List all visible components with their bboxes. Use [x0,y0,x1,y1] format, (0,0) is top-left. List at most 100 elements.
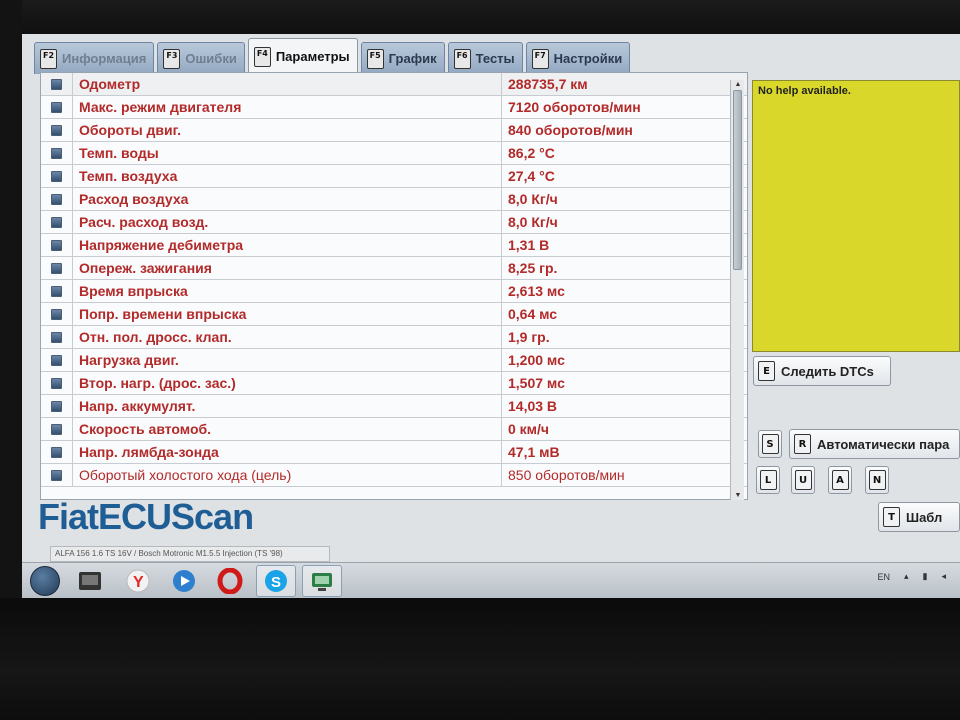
tab-bar: F2 Информация F3 Ошибки F4 Параметры F5 График F… [34,38,631,74]
tray-volume-icon[interactable]: ◂ [941,571,946,582]
yandex-browser-icon: Y [126,569,150,593]
parameter-value: 86,2 °C [508,145,555,161]
parameter-value: 8,0 Кг/ч [508,214,558,230]
checkbox-cell [41,73,73,95]
parameter-value: 840 оборотов/мин [508,122,633,138]
template-button[interactable]: T Шабл [878,502,960,532]
table-row[interactable]: Нагрузка двиг. 1,200 мс [41,349,747,372]
a-button[interactable]: A [828,466,852,494]
scrollbar-thumb[interactable] [733,90,742,270]
row-checkbox[interactable] [51,239,62,251]
row-checkbox[interactable] [51,354,62,366]
row-checkbox[interactable] [51,285,62,297]
tab-label: Информация [62,51,147,66]
fkey-icon: F6 [453,48,471,69]
taskbar-fiatecuscan-icon[interactable] [302,565,342,597]
taskbar-app-icon[interactable] [70,565,110,597]
tab-6[interactable]: F7 Настройки [525,42,631,74]
parameter-name: Одометр [73,73,502,95]
table-row[interactable]: Скорость автомоб. 0 км/ч [41,418,747,441]
row-checkbox[interactable] [51,193,62,205]
table-row[interactable]: Отн. пол. дросс. клап. 1,9 гр. [41,326,747,349]
row-checkbox[interactable] [51,377,62,389]
tray-flag-icon[interactable]: ▴ [904,571,909,582]
row-checkbox[interactable] [51,101,62,113]
tab-1[interactable]: F2 Информация [34,42,155,74]
checkbox-cell [41,326,73,348]
n-button[interactable]: N [865,466,889,494]
row-checkbox[interactable] [51,78,62,90]
key-u-icon: U [794,470,812,490]
auto-params-button[interactable]: R Автоматически пара [789,429,960,459]
table-row[interactable]: Расч. расход возд. 8,0 Кг/ч [41,211,747,234]
table-scrollbar[interactable]: ▲ ▼ [730,80,744,500]
checkbox-cell [41,142,73,164]
windows-taskbar: Y S EN ▴ ▮ ◂ [22,562,960,598]
table-row[interactable]: Напр. аккумулят. 14,03 В [41,395,747,418]
parameter-name: Отн. пол. дросс. клап. [73,326,502,348]
table-row[interactable]: Напряжение дебиметра 1,31 В [41,234,747,257]
tray-network-icon[interactable]: ▮ [923,571,928,582]
checkbox-cell [41,303,73,325]
scroll-down-arrow-icon[interactable]: ▼ [731,491,745,500]
app-window-icon [79,572,101,590]
table-row[interactable]: Оборотый холостого хода (цель) 850 оборот… [41,464,747,487]
row-checkbox[interactable] [51,400,62,412]
row-checkbox[interactable] [51,331,62,343]
row-checkbox[interactable] [51,446,62,458]
parameter-name: Расход воздуха [73,188,502,210]
parameter-name: Темп. воды [73,142,502,164]
table-row[interactable]: Втор. нагр. (дрос. зас.) 1,507 мс [41,372,747,395]
table-row[interactable]: Расход воздуха 8,0 Кг/ч [41,188,747,211]
parameter-name: Скорость автомоб. [73,418,502,440]
row-checkbox[interactable] [51,124,62,136]
l-button[interactable]: L [756,466,780,494]
monitor-bezel-top [0,0,960,34]
help-text: No help available. [758,85,851,97]
taskbar-yandex-icon[interactable]: Y [118,565,158,597]
row-checkbox[interactable] [51,469,62,481]
parameter-name: Нагрузка двиг. [73,349,502,371]
language-indicator[interactable]: EN [877,572,890,582]
table-row[interactable]: Макс. режим двигателя 7120 оборотов/мин [41,96,747,119]
system-tray: EN ▴ ▮ ◂ [877,571,946,582]
parameter-value: 27,4 °C [508,168,555,184]
tab-2[interactable]: F3 Ошибки [157,42,245,74]
table-row[interactable]: Опереж. зажигания 8,25 гр. [41,257,747,280]
row-checkbox[interactable] [51,262,62,274]
checkbox-cell [41,257,73,279]
table-row[interactable]: Напр. лямбда-зонда 47,1 мВ [41,441,747,464]
row-checkbox[interactable] [51,423,62,435]
parameter-name: Опереж. зажигания [73,257,502,279]
tab-3[interactable]: F4 Параметры [247,38,358,74]
help-panel: No help available. [752,80,960,352]
row-checkbox[interactable] [51,147,62,159]
taskbar-skype-icon[interactable]: S [256,565,296,597]
table-row[interactable]: Обороты двиг. 840 оборотов/мин [41,119,747,142]
checkbox-cell [41,441,73,463]
key-t-icon: T [883,507,900,527]
u-button[interactable]: U [791,466,815,494]
table-row[interactable]: Попр. времени впрыска 0,64 мс [41,303,747,326]
taskbar-media-icon[interactable] [164,565,204,597]
start-button[interactable] [30,566,60,596]
parameters-table: Одометр 288735,7 км Макс. режим двигателя 7… [40,72,748,500]
table-row[interactable]: Темп. воздуха 27,4 °C [41,165,747,188]
parameter-value: 8,25 гр. [508,260,558,276]
track-dtcs-button[interactable]: E Следить DTCs [753,356,891,386]
checkbox-cell [41,464,73,486]
scroll-up-arrow-icon[interactable]: ▲ [731,80,745,89]
row-checkbox[interactable] [51,170,62,182]
tab-5[interactable]: F6 Тесты [447,42,523,74]
taskbar-opera-icon[interactable] [210,565,250,597]
table-row[interactable]: Темп. воды 86,2 °C [41,142,747,165]
table-row[interactable]: Время впрыска 2,613 мс [41,280,747,303]
row-checkbox[interactable] [51,308,62,320]
parameter-value: 14,03 В [508,398,558,414]
tab-4[interactable]: F5 График [360,42,445,74]
parameter-value: 850 оборотов/мин [508,467,625,483]
media-player-icon [173,570,195,592]
row-checkbox[interactable] [51,216,62,228]
s-button[interactable]: S [758,430,782,458]
table-row[interactable]: Одометр 288735,7 км [41,73,747,96]
